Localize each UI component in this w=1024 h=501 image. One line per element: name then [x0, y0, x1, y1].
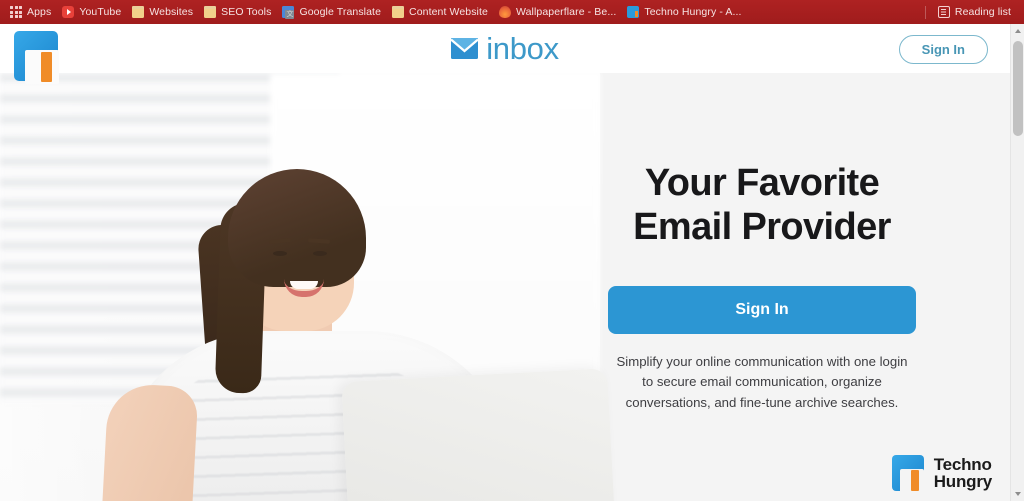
bookmark-apps[interactable]: Apps [6, 2, 58, 22]
bookmark-techno-hungry[interactable]: Techno Hungry - A... [623, 2, 748, 22]
bookmarks-bar: Apps YouTube Websites SEO Tools Google T… [0, 0, 1024, 24]
site-header: inbox Sign In [0, 24, 1010, 73]
hero-section: Your Favorite Email Provider Sign In Sim… [0, 73, 1010, 501]
bookmark-label: Content Website [409, 6, 488, 18]
header-sign-in-button[interactable]: Sign In [898, 35, 988, 64]
bookmark-label: Apps [27, 6, 52, 18]
bookmark-label: SEO Tools [221, 6, 272, 18]
watermark-line-1: Techno [933, 454, 992, 474]
bookmark-google-translate[interactable]: Google Translate [278, 2, 388, 22]
eye-right [313, 251, 327, 256]
person-illustration [99, 133, 617, 501]
reading-list-icon [937, 6, 950, 18]
hero-copy: Your Favorite Email Provider Sign In Sim… [552, 73, 972, 501]
bookmarks-bar-right: Reading list [917, 2, 1018, 22]
watermark-line-2: Hungry [933, 472, 993, 491]
folder-icon [392, 6, 405, 18]
bookmark-label: Websites [149, 6, 194, 18]
envelope-icon [450, 38, 479, 59]
bookmark-label: Google Translate [299, 6, 382, 18]
headline-line-1: Your Favorite [644, 161, 880, 204]
bookmark-label: Techno Hungry - A... [644, 6, 742, 18]
reading-list-label: Reading list [954, 6, 1011, 18]
watermark-techno-hungry: Techno Hungry [891, 453, 993, 493]
hero-sign-in-button[interactable]: Sign In [608, 285, 916, 334]
bookmark-label: YouTube [79, 6, 122, 18]
arm [99, 382, 199, 501]
techno-hungry-logo-icon-topleft [14, 28, 64, 84]
hero-photo [0, 73, 617, 501]
bookmark-label: Wallpaperflare - Be... [515, 6, 617, 18]
bookmark-content-website[interactable]: Content Website [388, 2, 495, 22]
eye-left [273, 251, 287, 256]
folder-icon [132, 6, 145, 18]
folder-icon [204, 6, 217, 18]
vertical-scrollbar[interactable] [1010, 24, 1024, 501]
google-translate-icon [282, 6, 295, 19]
divider [924, 5, 926, 19]
browser-window: Apps YouTube Websites SEO Tools Google T… [0, 0, 1024, 501]
brand-logo[interactable]: inbox [450, 31, 559, 66]
techno-hungry-icon [627, 6, 640, 18]
page-title: Your Favorite Email Provider [633, 161, 891, 250]
headline-line-2: Email Provider [633, 206, 891, 249]
wallpaperflare-icon [498, 6, 511, 18]
techno-hungry-logo-icon [891, 453, 928, 493]
scroll-down-arrow-icon[interactable] [1011, 487, 1024, 501]
apps-grid-icon [10, 6, 22, 18]
brand-name: inbox [486, 31, 559, 66]
scrollbar-thumb[interactable] [1013, 41, 1023, 136]
hair-top [228, 169, 366, 287]
bookmark-websites[interactable]: Websites [128, 2, 200, 22]
reading-list-button[interactable]: Reading list [934, 2, 1018, 22]
bookmark-seo-tools[interactable]: SEO Tools [200, 2, 278, 22]
bookmark-wallpaperflare[interactable]: Wallpaperflare - Be... [495, 2, 623, 22]
youtube-icon [62, 6, 75, 18]
bookmark-youtube[interactable]: YouTube [58, 2, 128, 22]
watermark-text: Techno Hungry [933, 454, 993, 491]
hero-description: Simplify your online communication with … [616, 353, 908, 410]
scroll-up-arrow-icon[interactable] [1011, 24, 1024, 38]
